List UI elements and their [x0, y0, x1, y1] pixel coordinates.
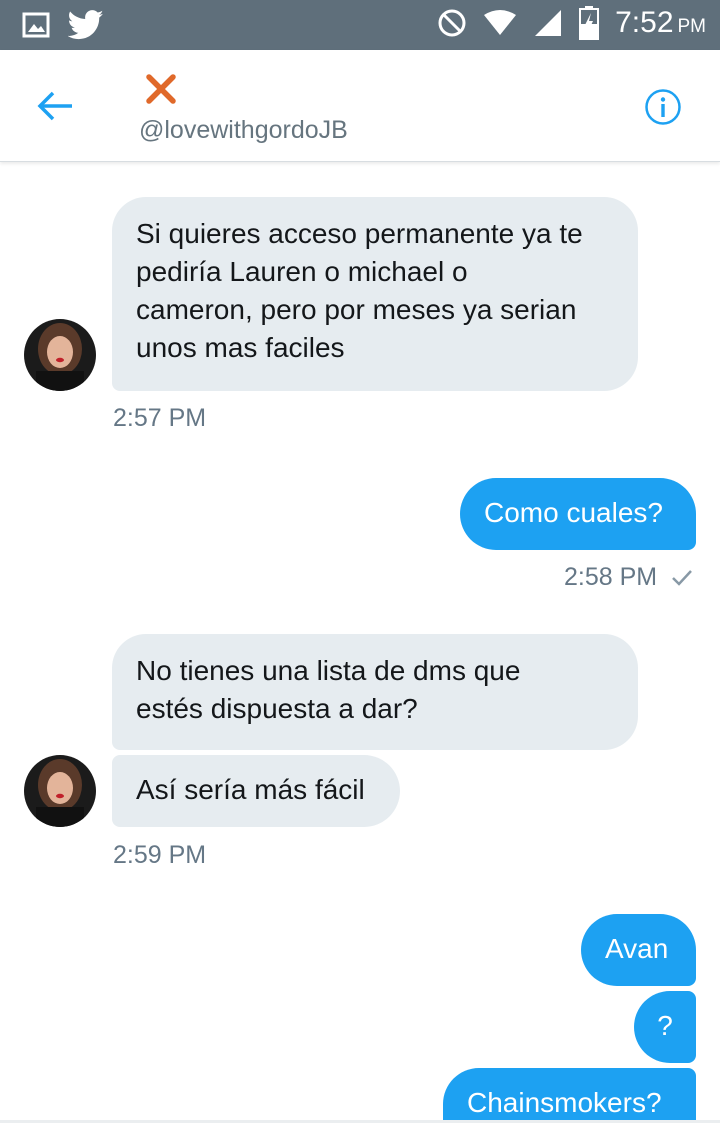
- signal-icon: [535, 10, 562, 36]
- message-bubble-outgoing[interactable]: Avan: [581, 914, 696, 986]
- conversation-header: @lovewithgordoJB: [0, 50, 720, 162]
- message-line: Si quieres acceso permanente ya te: [136, 218, 583, 249]
- message-timestamp: 2:58 PM: [564, 563, 657, 592]
- battery-icon: [579, 6, 600, 40]
- close-x-icon: [146, 74, 176, 104]
- message-line: cameron, pero por meses ya serian: [136, 294, 577, 325]
- clock-time: 7:52: [615, 6, 674, 39]
- twitter-icon: [68, 10, 104, 40]
- message-bubble-incoming[interactable]: No tienes una lista de dms que estés dis…: [112, 634, 638, 750]
- message-bubble-outgoing[interactable]: Chainsmokers?: [443, 1068, 696, 1120]
- do-not-disturb-icon: [438, 9, 466, 37]
- wifi-icon: [484, 10, 517, 35]
- message-timestamp: 2:57 PM: [113, 404, 207, 432]
- image-icon: [22, 12, 50, 38]
- message-text: Así sería más fácil: [136, 774, 365, 805]
- message-line: No tienes una lista de dms que: [136, 655, 521, 686]
- clock-ampm: PM: [677, 16, 707, 37]
- message-line: unos mas faciles: [136, 332, 345, 363]
- avatar[interactable]: [24, 319, 96, 391]
- back-arrow-icon[interactable]: [34, 84, 78, 128]
- message-bubble-outgoing[interactable]: ?: [634, 991, 696, 1063]
- info-icon[interactable]: [644, 88, 682, 126]
- message-bubble-incoming[interactable]: Si quieres acceso permanente ya te pedir…: [112, 197, 638, 391]
- sent-checkmark-icon: [672, 570, 692, 586]
- status-bar: 7:52 PM: [0, 0, 720, 50]
- message-text: Avan: [605, 933, 669, 964]
- avatar[interactable]: [24, 755, 96, 827]
- message-text: Como cuales?: [484, 497, 663, 528]
- message-line: estés dispuesta a dar?: [136, 693, 418, 724]
- message-line: pediría Lauren o michael o: [136, 256, 468, 287]
- message-time: 2:58 PM: [564, 563, 658, 591]
- message-text: Chainsmokers?: [467, 1087, 662, 1118]
- message-bubble-outgoing[interactable]: Como cuales?: [460, 478, 696, 550]
- message-bubble-incoming[interactable]: Así sería más fácil: [112, 755, 400, 827]
- message-text: ?: [657, 1010, 673, 1041]
- message-timestamp: 2:59 PM: [113, 841, 207, 869]
- user-handle[interactable]: @lovewithgordoJB: [139, 116, 348, 145]
